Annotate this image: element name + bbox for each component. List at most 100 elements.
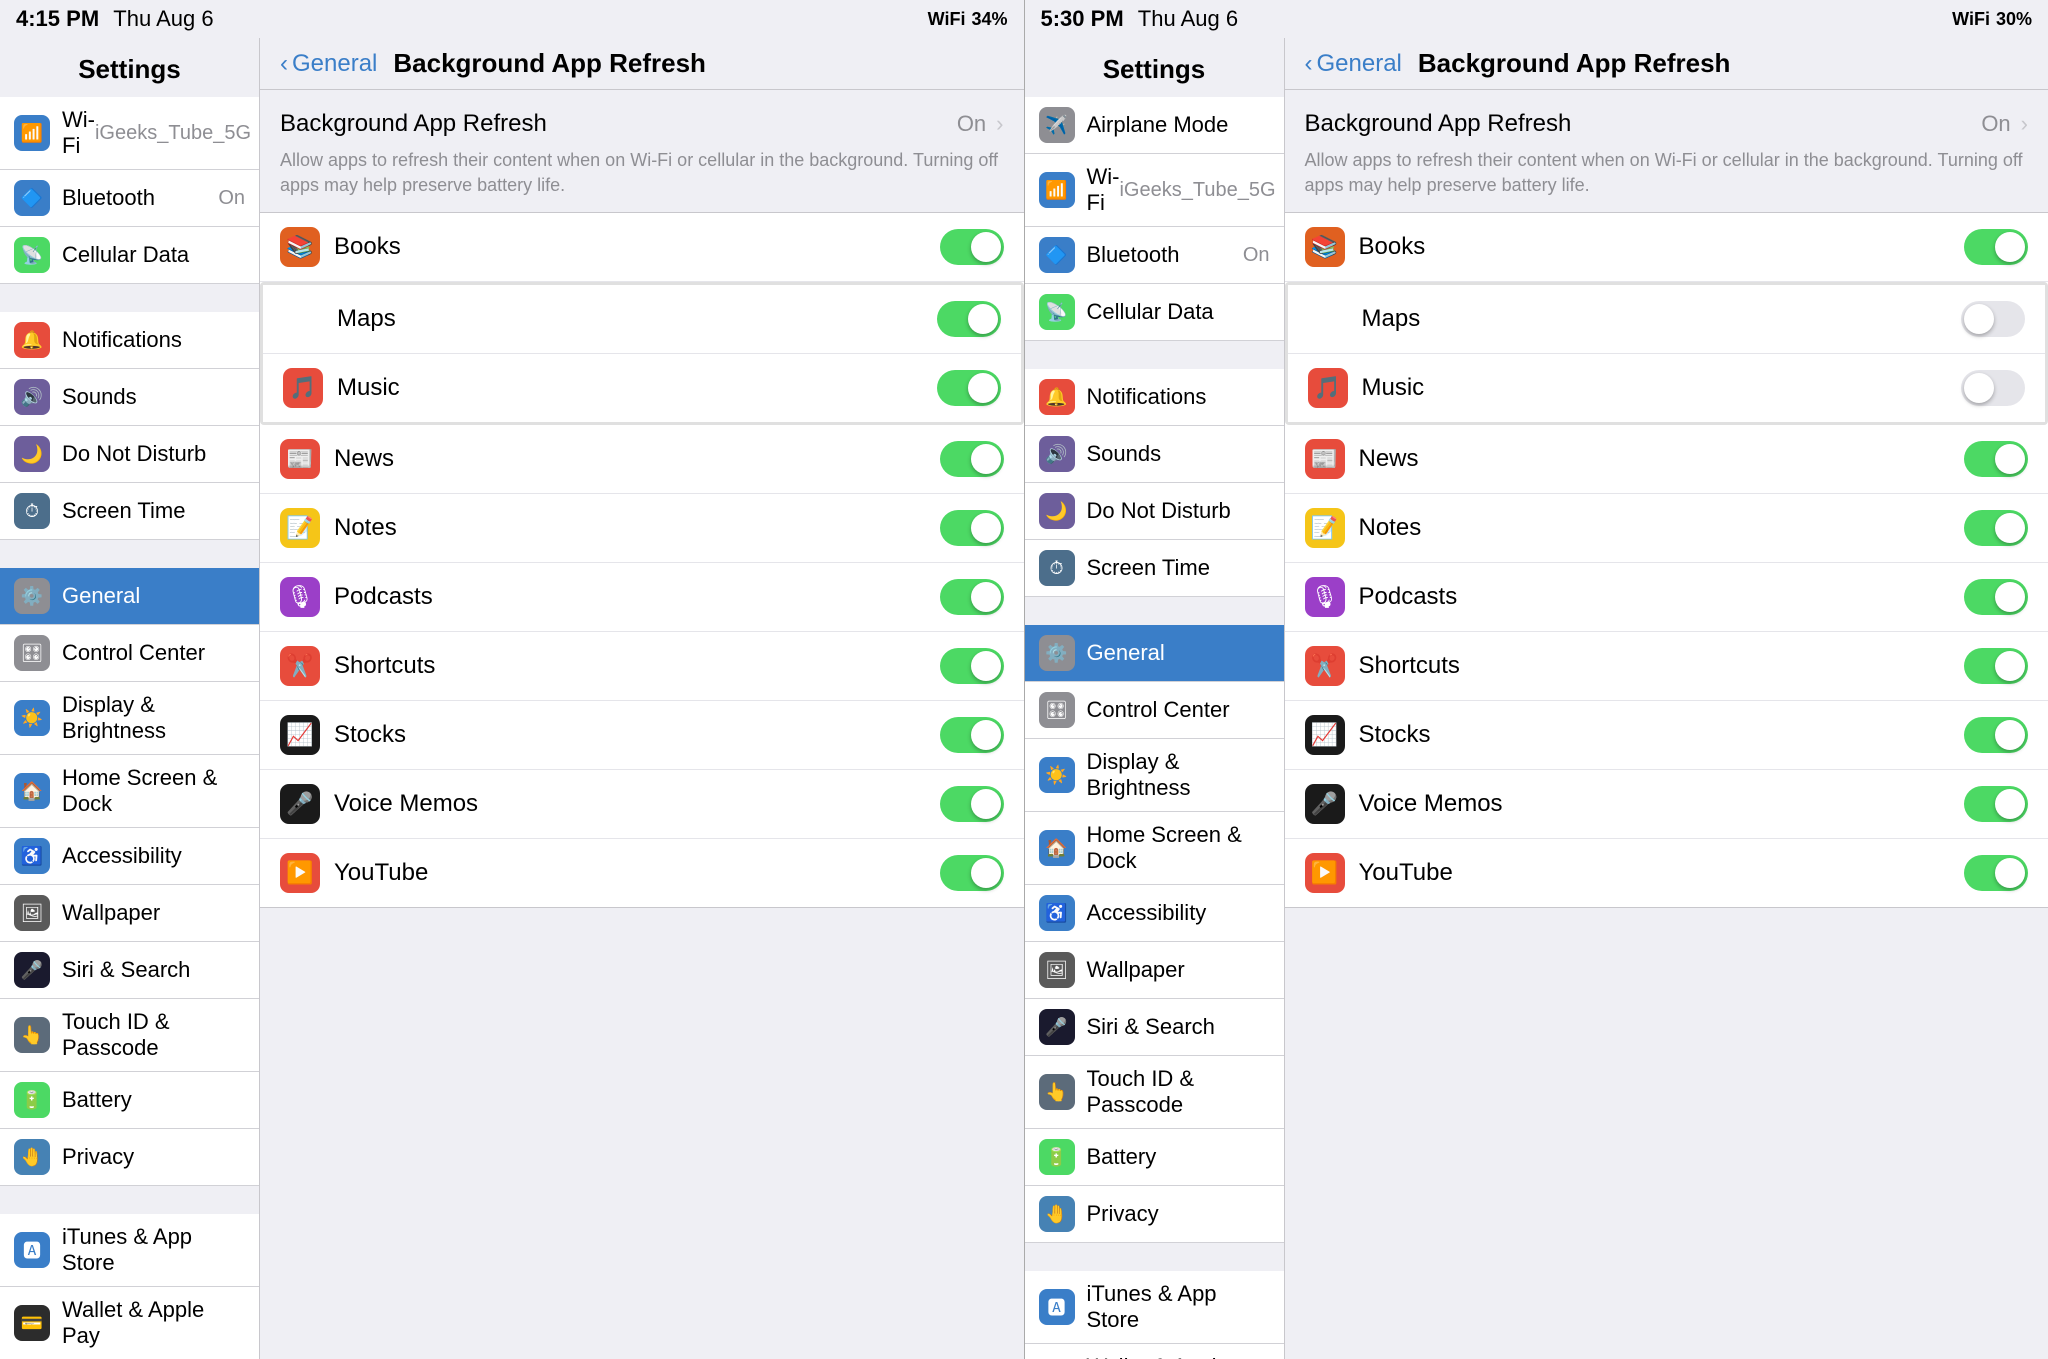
sidebar-item-control[interactable]: 🎛Control Center: [0, 625, 259, 682]
sidebar-item-wifi[interactable]: 📶Wi-FiiGeeks_Tube_5G: [1025, 154, 1284, 227]
notes-toggle[interactable]: [1964, 510, 2028, 546]
podcasts-toggle-knob: [971, 582, 1001, 612]
app-settings-list: 📚Books🗺Maps🎵Music📰News📝Notes🎙Podcasts✂️S…: [1285, 212, 2048, 908]
stocks-toggle[interactable]: [1964, 717, 2028, 753]
notes-toggle[interactable]: [940, 510, 1004, 546]
sidebar-item-itunes[interactable]: 🅰iTunes & App Store: [1025, 1271, 1284, 1344]
music-toggle[interactable]: [1961, 370, 2025, 406]
sidebar-item-wallpaper[interactable]: 🖼Wallpaper: [1025, 942, 1284, 999]
news-toggle[interactable]: [940, 441, 1004, 477]
sidebar-item-touchid[interactable]: 👆Touch ID & Passcode: [1025, 1056, 1284, 1129]
app-row-shortcuts[interactable]: ✂️Shortcuts: [260, 632, 1024, 701]
books-app-icon: 📚: [1305, 227, 1345, 267]
maps-toggle[interactable]: [1961, 301, 2025, 337]
maps-toggle[interactable]: [937, 301, 1001, 337]
sidebar-item-wifi[interactable]: 📶Wi-FiiGeeks_Tube_5G: [0, 97, 259, 170]
sidebar-item-control[interactable]: 🎛Control Center: [1025, 682, 1284, 739]
homescreen-icon: 🏠: [14, 773, 50, 809]
right-section-title: Background App Refresh: [1305, 110, 1572, 138]
sidebar-item-homescreen[interactable]: 🏠Home Screen & Dock: [0, 755, 259, 828]
sidebar-item-bluetooth[interactable]: 🔷BluetoothOn: [0, 170, 259, 227]
youtube-row-label: YouTube: [1359, 859, 1965, 887]
sidebar-item-touchid[interactable]: 👆Touch ID & Passcode: [0, 999, 259, 1072]
sidebar-item-siri[interactable]: 🎤Siri & Search: [0, 942, 259, 999]
youtube-toggle[interactable]: [940, 855, 1004, 891]
app-row-news[interactable]: 📰News: [260, 425, 1024, 494]
app-row-shortcuts[interactable]: ✂️Shortcuts: [1285, 632, 2048, 701]
sidebar-label-wallpaper: Wallpaper: [62, 900, 160, 926]
shortcuts-toggle[interactable]: [1964, 648, 2028, 684]
app-row-stocks[interactable]: 📈Stocks: [1285, 701, 2048, 770]
sidebar-label-notifications: Notifications: [62, 327, 182, 353]
sidebar-item-dnd[interactable]: 🌙Do Not Disturb: [1025, 483, 1284, 540]
bluetooth-icon: 🔷: [1039, 237, 1075, 273]
right-nav-back[interactable]: ‹ General: [1305, 50, 1402, 78]
app-row-books[interactable]: 📚Books: [260, 213, 1024, 282]
music-toggle[interactable]: [937, 370, 1001, 406]
sidebar-item-privacy[interactable]: 🤚Privacy: [0, 1129, 259, 1186]
music-app-icon: 🎵: [1308, 368, 1348, 408]
shortcuts-toggle[interactable]: [940, 648, 1004, 684]
voicememo-toggle[interactable]: [940, 786, 1004, 822]
bluetooth-icon: 🔷: [14, 180, 50, 216]
app-row-notes[interactable]: 📝Notes: [1285, 494, 2048, 563]
sidebar-item-wallet[interactable]: 💳Wallet & Apple Pay: [1025, 1344, 1284, 1359]
app-row-voicememo[interactable]: 🎤Voice Memos: [260, 770, 1024, 839]
sidebar-item-airplane[interactable]: ✈️Airplane Mode: [1025, 97, 1284, 154]
sidebar-item-display[interactable]: ☀️Display & Brightness: [1025, 739, 1284, 812]
sidebar-item-siri[interactable]: 🎤 Siri & Search: [1025, 999, 1284, 1056]
app-row-maps[interactable]: 🗺Maps: [263, 285, 1021, 354]
left-nav-back[interactable]: ‹ General: [280, 50, 377, 78]
voicememo-toggle[interactable]: [1964, 786, 2028, 822]
app-row-music[interactable]: 🎵Music: [1288, 354, 2046, 422]
sidebar-item-wallet[interactable]: 💳Wallet & Apple Pay: [0, 1287, 259, 1359]
sidebar-item-cellular[interactable]: 📡Cellular Data: [1025, 284, 1284, 341]
app-row-voicememo[interactable]: 🎤Voice Memos: [1285, 770, 2048, 839]
youtube-toggle-knob: [971, 858, 1001, 888]
sidebar-label-privacy: Privacy: [1087, 1201, 1159, 1227]
sidebar-item-general[interactable]: ⚙️General: [0, 568, 259, 625]
shortcuts-toggle-knob: [971, 651, 1001, 681]
app-row-notes[interactable]: 📝Notes: [260, 494, 1024, 563]
sidebar-item-sounds[interactable]: 🔊Sounds: [0, 369, 259, 426]
sidebar-item-notifications[interactable]: 🔔Notifications: [1025, 369, 1284, 426]
sidebar-item-homescreen[interactable]: 🏠Home Screen & Dock: [1025, 812, 1284, 885]
sidebar-item-bluetooth[interactable]: 🔷BluetoothOn: [1025, 227, 1284, 284]
siri-icon: 🎤: [1039, 1009, 1075, 1045]
youtube-toggle[interactable]: [1964, 855, 2028, 891]
sidebar-item-itunes[interactable]: 🅰iTunes & App Store: [0, 1214, 259, 1287]
sidebar-item-battery[interactable]: 🔋Battery: [1025, 1129, 1284, 1186]
sidebar-item-sounds[interactable]: 🔊Sounds: [1025, 426, 1284, 483]
app-row-stocks[interactable]: 📈Stocks: [260, 701, 1024, 770]
sidebar-item-access[interactable]: ♿Accessibility: [1025, 885, 1284, 942]
podcasts-toggle[interactable]: [940, 579, 1004, 615]
app-row-youtube[interactable]: ▶️YouTube: [1285, 839, 2048, 907]
books-toggle[interactable]: [1964, 229, 2028, 265]
news-toggle[interactable]: [1964, 441, 2028, 477]
sidebar-item-wallpaper[interactable]: 🖼Wallpaper: [0, 885, 259, 942]
app-row-maps[interactable]: 🗺Maps: [1288, 285, 2046, 354]
sidebar-item-privacy[interactable]: 🤚Privacy: [1025, 1186, 1284, 1243]
sidebar-item-display[interactable]: ☀️Display & Brightness: [0, 682, 259, 755]
sidebar-section-gap: [1025, 341, 1284, 369]
app-row-news[interactable]: 📰News: [1285, 425, 2048, 494]
sidebar-item-screentime[interactable]: ⏱Screen Time: [1025, 540, 1284, 597]
app-row-podcasts[interactable]: 🎙Podcasts: [1285, 563, 2048, 632]
app-row-youtube[interactable]: ▶️YouTube: [260, 839, 1024, 907]
sidebar-item-battery[interactable]: 🔋Battery: [0, 1072, 259, 1129]
sidebar-label-wallet: Wallet & Apple Pay: [1087, 1354, 1270, 1359]
sidebar-item-general[interactable]: ⚙️General: [1025, 625, 1284, 682]
sidebar-item-access[interactable]: ♿Accessibility: [0, 828, 259, 885]
app-row-music[interactable]: 🎵Music: [263, 354, 1021, 422]
podcasts-toggle[interactable]: [1964, 579, 2028, 615]
sidebar-item-screentime[interactable]: ⏱Screen Time: [0, 483, 259, 540]
sidebar-item-cellular[interactable]: 📡Cellular Data: [0, 227, 259, 284]
app-row-books[interactable]: 📚Books: [1285, 213, 2048, 282]
sidebar-item-notifications[interactable]: 🔔Notifications: [0, 312, 259, 369]
app-row-podcasts[interactable]: 🎙Podcasts: [260, 563, 1024, 632]
sidebar-label-siri: Siri & Search: [1087, 1014, 1215, 1040]
books-toggle[interactable]: [940, 229, 1004, 265]
notes-toggle-knob: [971, 513, 1001, 543]
sidebar-item-dnd[interactable]: 🌙Do Not Disturb: [0, 426, 259, 483]
stocks-toggle[interactable]: [940, 717, 1004, 753]
